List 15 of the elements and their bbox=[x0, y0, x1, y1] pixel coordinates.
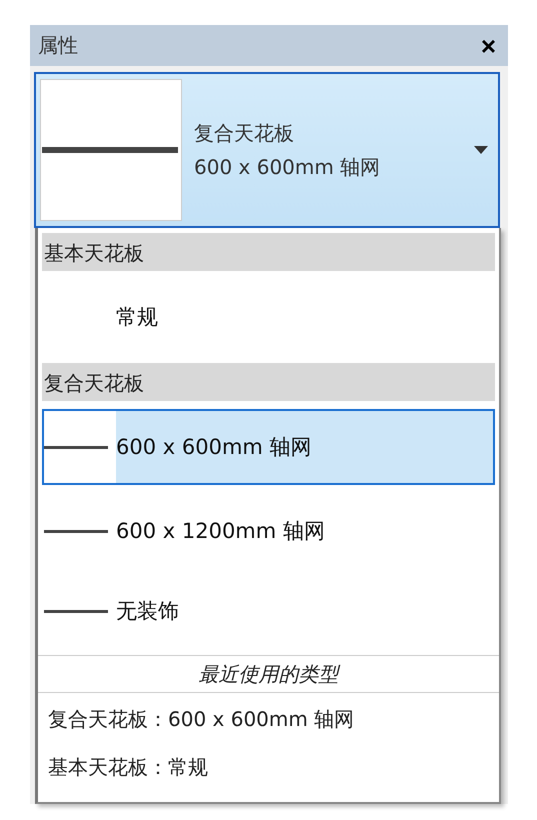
recent-heading: 最近使用的类型 bbox=[38, 655, 499, 693]
type-selector[interactable]: 复合天花板 600 x 600mm 轴网 bbox=[34, 72, 500, 228]
type-option[interactable]: 无装饰 bbox=[42, 571, 495, 651]
close-button[interactable]: × bbox=[476, 32, 500, 58]
recent-option[interactable]: 复合天花板：600 x 600mm 轴网 bbox=[42, 693, 495, 741]
family-name: 复合天花板 bbox=[194, 120, 295, 147]
type-option[interactable]: 600 x 1200mm 轴网 bbox=[42, 491, 495, 571]
type-option[interactable]: 600 x 600mm 轴网 bbox=[42, 409, 495, 485]
type-name: 600 x 600mm 轴网 bbox=[194, 154, 382, 181]
caret-icon bbox=[474, 146, 488, 154]
group-heading: 复合天花板 bbox=[42, 363, 495, 401]
group-heading: 基本天花板 bbox=[42, 233, 495, 271]
panel-title: 属性 bbox=[38, 32, 78, 59]
recent-option[interactable]: 基本天花板：常规 bbox=[42, 741, 495, 789]
type-option[interactable]: 常规 bbox=[42, 271, 495, 363]
